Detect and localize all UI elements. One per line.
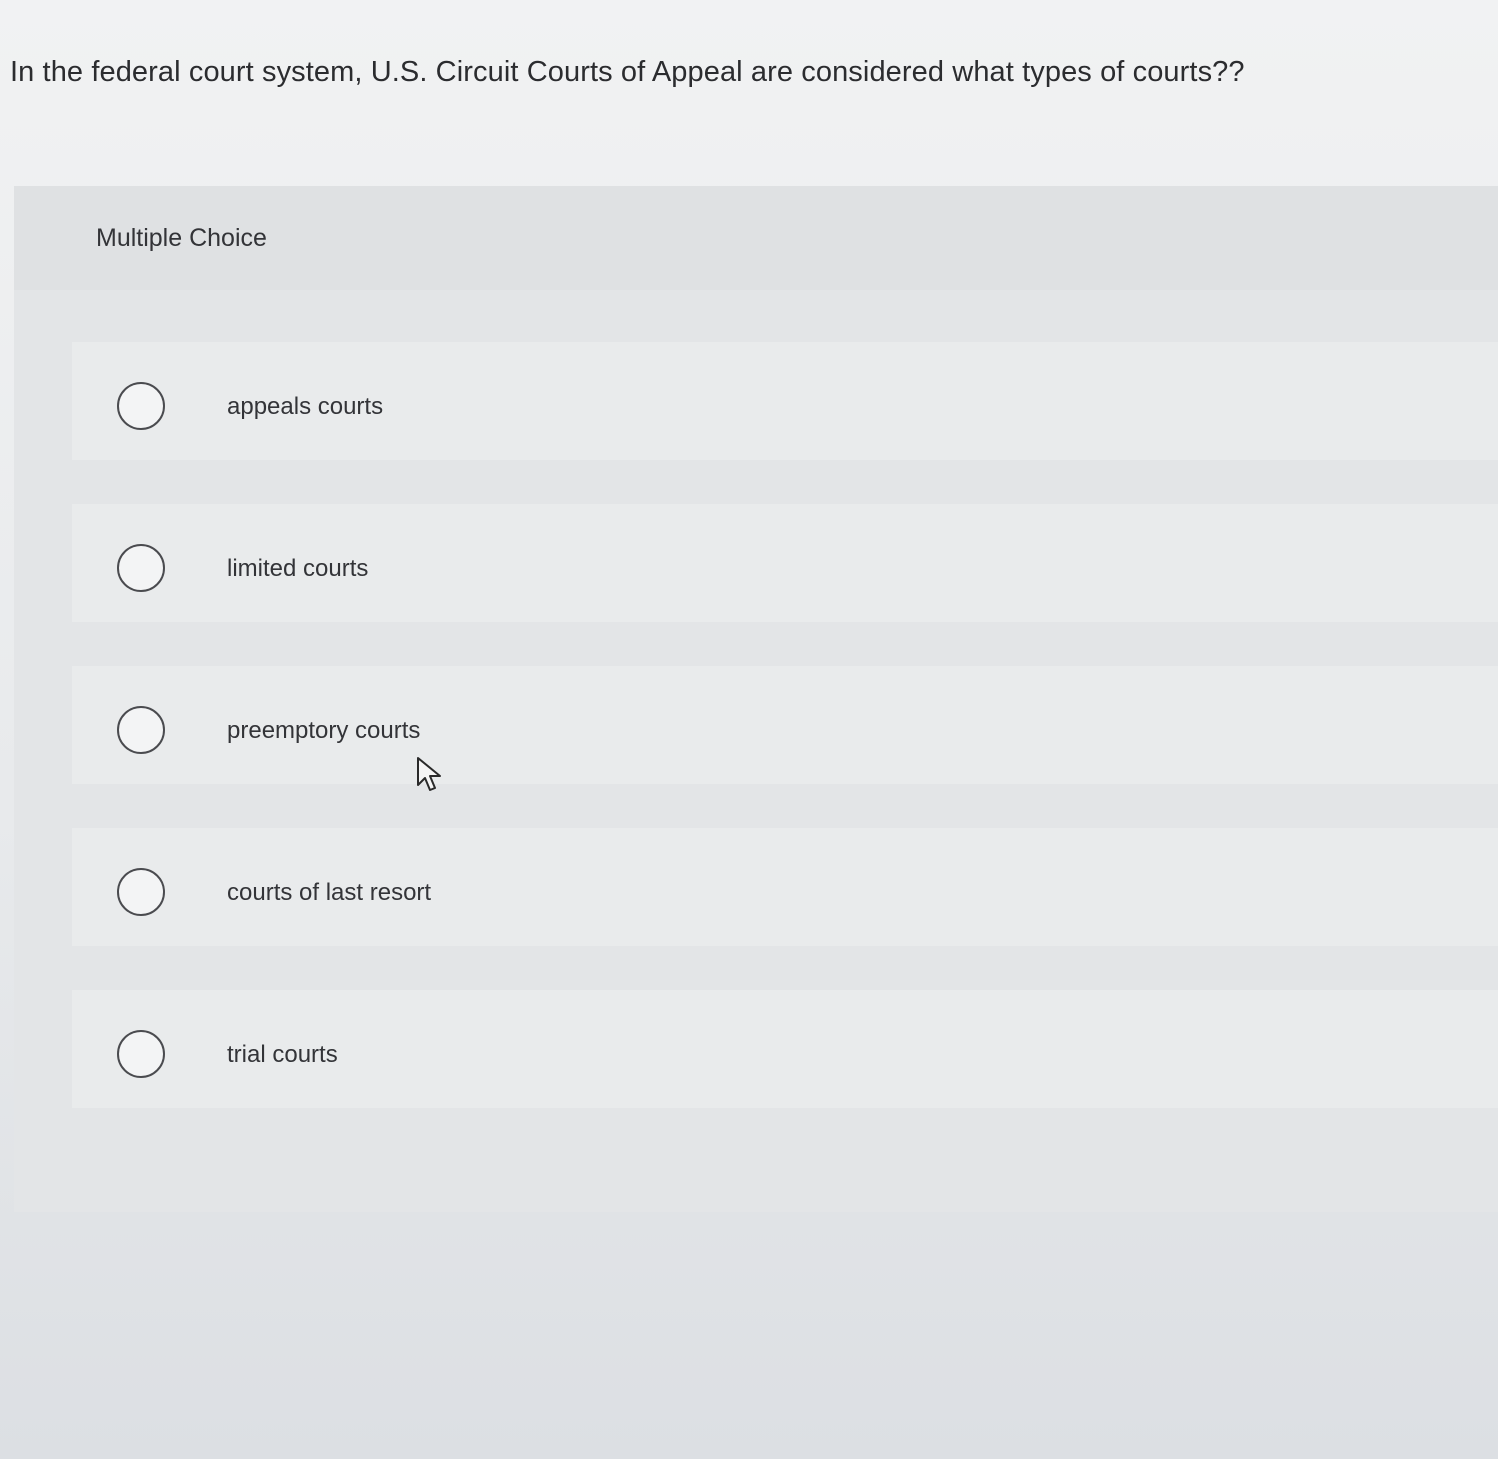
answer-option-preemptory-courts[interactable]: preemptory courts xyxy=(72,666,1498,784)
panel-title: Multiple Choice xyxy=(96,224,267,252)
answer-option-label: preemptory courts xyxy=(227,717,421,744)
radio-unchecked-icon[interactable] xyxy=(117,382,165,430)
answer-option-limited-courts[interactable]: limited courts xyxy=(72,504,1498,622)
answer-option-label: trial courts xyxy=(227,1041,338,1068)
radio-unchecked-icon[interactable] xyxy=(117,868,165,916)
panel-header: Multiple Choice xyxy=(14,186,1498,290)
answer-option-label: courts of last resort xyxy=(227,879,432,906)
radio-unchecked-icon[interactable] xyxy=(117,706,165,754)
answer-option-trial-courts[interactable]: trial courts xyxy=(72,990,1498,1108)
answer-option-label: appeals courts xyxy=(227,393,384,420)
multiple-choice-panel: Multiple Choice appeals courts limited c… xyxy=(14,186,1498,1212)
answer-option-courts-of-last-resort[interactable]: courts of last resort xyxy=(72,828,1498,946)
question-text: In the federal court system, U.S. Circui… xyxy=(10,56,1245,88)
radio-unchecked-icon[interactable] xyxy=(117,544,165,592)
answer-options: appeals courts limited courts preemptory… xyxy=(72,342,1498,1152)
radio-unchecked-icon[interactable] xyxy=(117,1030,165,1078)
answer-option-label: limited courts xyxy=(227,555,369,582)
mouse-pointer-icon xyxy=(417,757,441,791)
answer-option-appeals-courts[interactable]: appeals courts xyxy=(72,342,1498,460)
